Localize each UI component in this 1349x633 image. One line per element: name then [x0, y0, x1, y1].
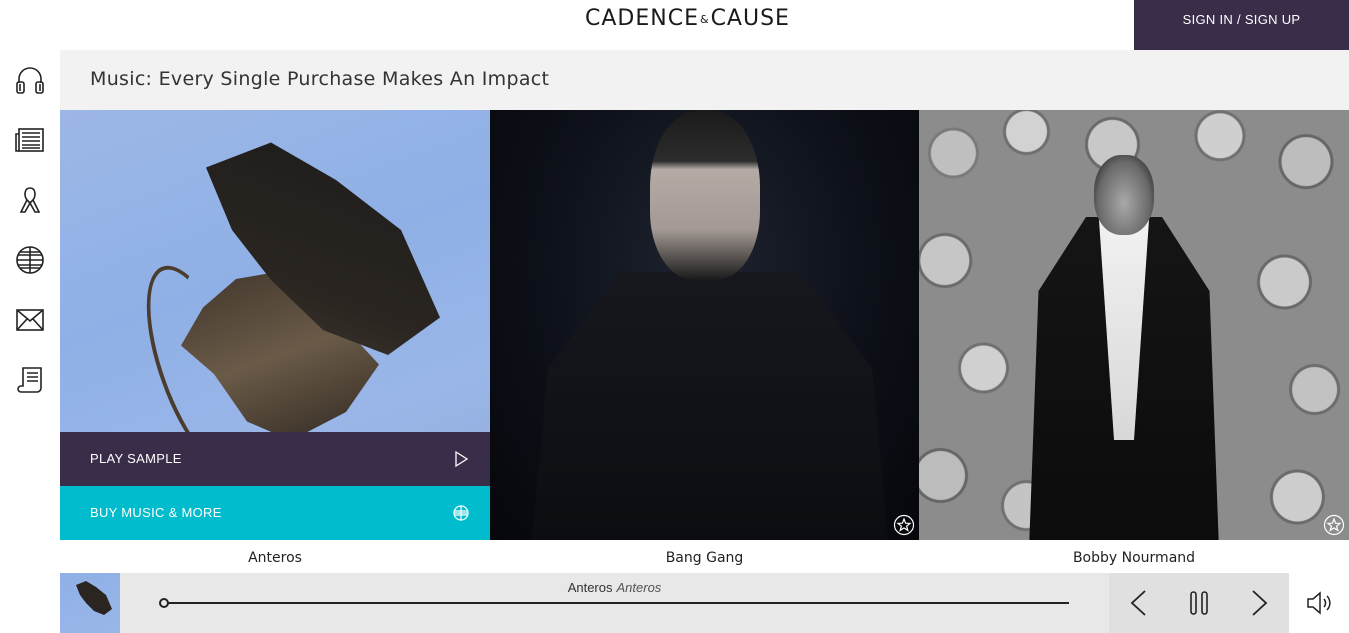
speaker-icon: [1307, 591, 1331, 615]
player-controls: [1109, 573, 1289, 633]
pause-button[interactable]: [1183, 587, 1215, 619]
music-player: Anteros Anteros: [60, 573, 1349, 633]
favorite-star-icon[interactable]: [893, 514, 915, 536]
pause-icon: [1190, 591, 1208, 615]
logo[interactable]: CADENCE&CAUSE: [585, 6, 825, 34]
portrait-head-shape: [650, 110, 760, 280]
header: CADENCE&CAUSE SIGN IN / SIGN UP: [0, 0, 1349, 50]
globe-icon[interactable]: [12, 242, 48, 278]
awareness-ribbon-icon[interactable]: [12, 182, 48, 218]
play-sample-label: PLAY SAMPLE: [90, 451, 182, 466]
globe-icon: [453, 505, 469, 521]
headphones-icon[interactable]: [12, 62, 48, 98]
artist-name-bang-gang[interactable]: Bang Gang: [490, 550, 919, 570]
logo-left: CADENCE: [585, 6, 699, 31]
track-area: Anteros Anteros: [120, 573, 1109, 633]
progress-bar[interactable]: [159, 598, 1069, 608]
volume-button[interactable]: [1289, 573, 1349, 633]
sidebar: [0, 50, 60, 633]
logo-right: CAUSE: [710, 6, 790, 31]
favorite-star-icon[interactable]: [1323, 514, 1345, 536]
page-title-bar: Music: Every Single Purchase Makes An Im…: [60, 50, 1349, 110]
artist-name-bobby-nourmand[interactable]: Bobby Nourmand: [919, 550, 1349, 570]
artist-card-bobby-nourmand[interactable]: [919, 110, 1349, 540]
sign-in-button[interactable]: SIGN IN / SIGN UP: [1134, 0, 1349, 50]
suit-head-shape: [1094, 155, 1154, 235]
artist-name-anteros[interactable]: Anteros: [60, 550, 490, 570]
next-button[interactable]: [1243, 587, 1275, 619]
page-title: Music: Every Single Purchase Makes An Im…: [90, 68, 550, 90]
envelope-icon[interactable]: [12, 302, 48, 338]
scroll-icon[interactable]: [12, 362, 48, 398]
chevron-right-icon: [1252, 590, 1268, 616]
artist-card-bang-gang[interactable]: [490, 110, 919, 540]
buy-music-label: BUY MUSIC & MORE: [90, 505, 222, 520]
previous-button[interactable]: [1123, 587, 1155, 619]
logo-amp: &: [699, 12, 710, 26]
play-icon: [455, 450, 469, 468]
progress-handle[interactable]: [159, 598, 169, 608]
buy-music-button[interactable]: BUY MUSIC & MORE: [60, 486, 490, 540]
newspaper-icon[interactable]: [12, 122, 48, 158]
now-playing-artist: Anteros: [567, 580, 613, 595]
now-playing-title: Anteros Anteros: [120, 580, 1109, 595]
artist-image-bobby-nourmand[interactable]: [919, 110, 1349, 540]
artist-image-bang-gang[interactable]: [490, 110, 919, 540]
portrait-body-shape: [530, 272, 890, 540]
thumbnail-art-shape: [76, 581, 112, 615]
artist-card-anteros[interactable]: PLAY SAMPLE BUY MUSIC & MORE: [60, 110, 490, 540]
play-sample-button[interactable]: PLAY SAMPLE: [60, 432, 490, 486]
now-playing-album: Anteros: [616, 580, 662, 595]
chevron-left-icon: [1130, 590, 1146, 616]
now-playing-thumbnail[interactable]: [60, 573, 120, 633]
